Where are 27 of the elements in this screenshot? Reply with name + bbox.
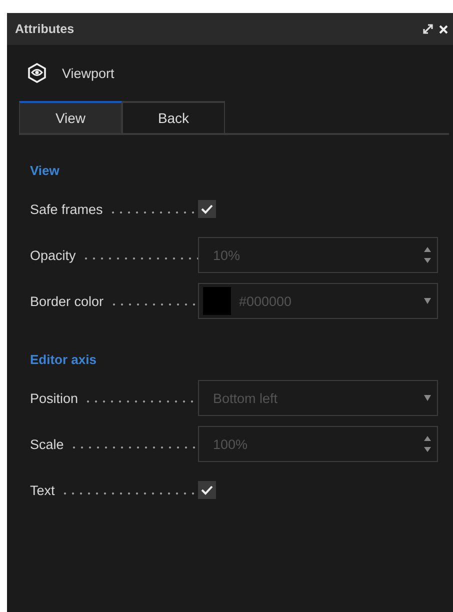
checkbox[interactable]: [198, 481, 216, 499]
caret-icon: [424, 298, 431, 304]
spinner-arrows-icon[interactable]: [424, 435, 431, 453]
field-label: Border color: [30, 294, 104, 308]
number-field[interactable]: 10%: [198, 237, 438, 273]
section-heading: Editor axis: [30, 352, 98, 367]
checkmark-icon: [201, 204, 213, 214]
viewport-title: Viewport: [62, 66, 114, 80]
checkmark-icon: [201, 485, 213, 495]
color-field[interactable]: #000000: [198, 283, 438, 319]
tab[interactable]: Back: [122, 101, 225, 133]
panel-title: Attributes: [15, 22, 76, 36]
field-label: Scale: [30, 436, 64, 452]
section-heading: View: [30, 163, 60, 178]
field-label: Text: [30, 482, 55, 498]
checkbox[interactable]: [198, 200, 216, 218]
caret-icon: [424, 395, 431, 401]
expand-icon[interactable]: [423, 24, 433, 34]
spinner-arrows-icon[interactable]: [424, 246, 431, 264]
field-label: Position: [30, 390, 78, 406]
close-icon[interactable]: [439, 24, 448, 34]
tab[interactable]: View: [19, 101, 122, 133]
field-label: Opacity: [30, 248, 76, 262]
eye-cube-icon: [28, 63, 46, 83]
field-label: Safe frames: [30, 202, 103, 216]
dropdown-field[interactable]: Bottom left: [198, 380, 438, 416]
number-field[interactable]: 100%: [198, 426, 438, 462]
